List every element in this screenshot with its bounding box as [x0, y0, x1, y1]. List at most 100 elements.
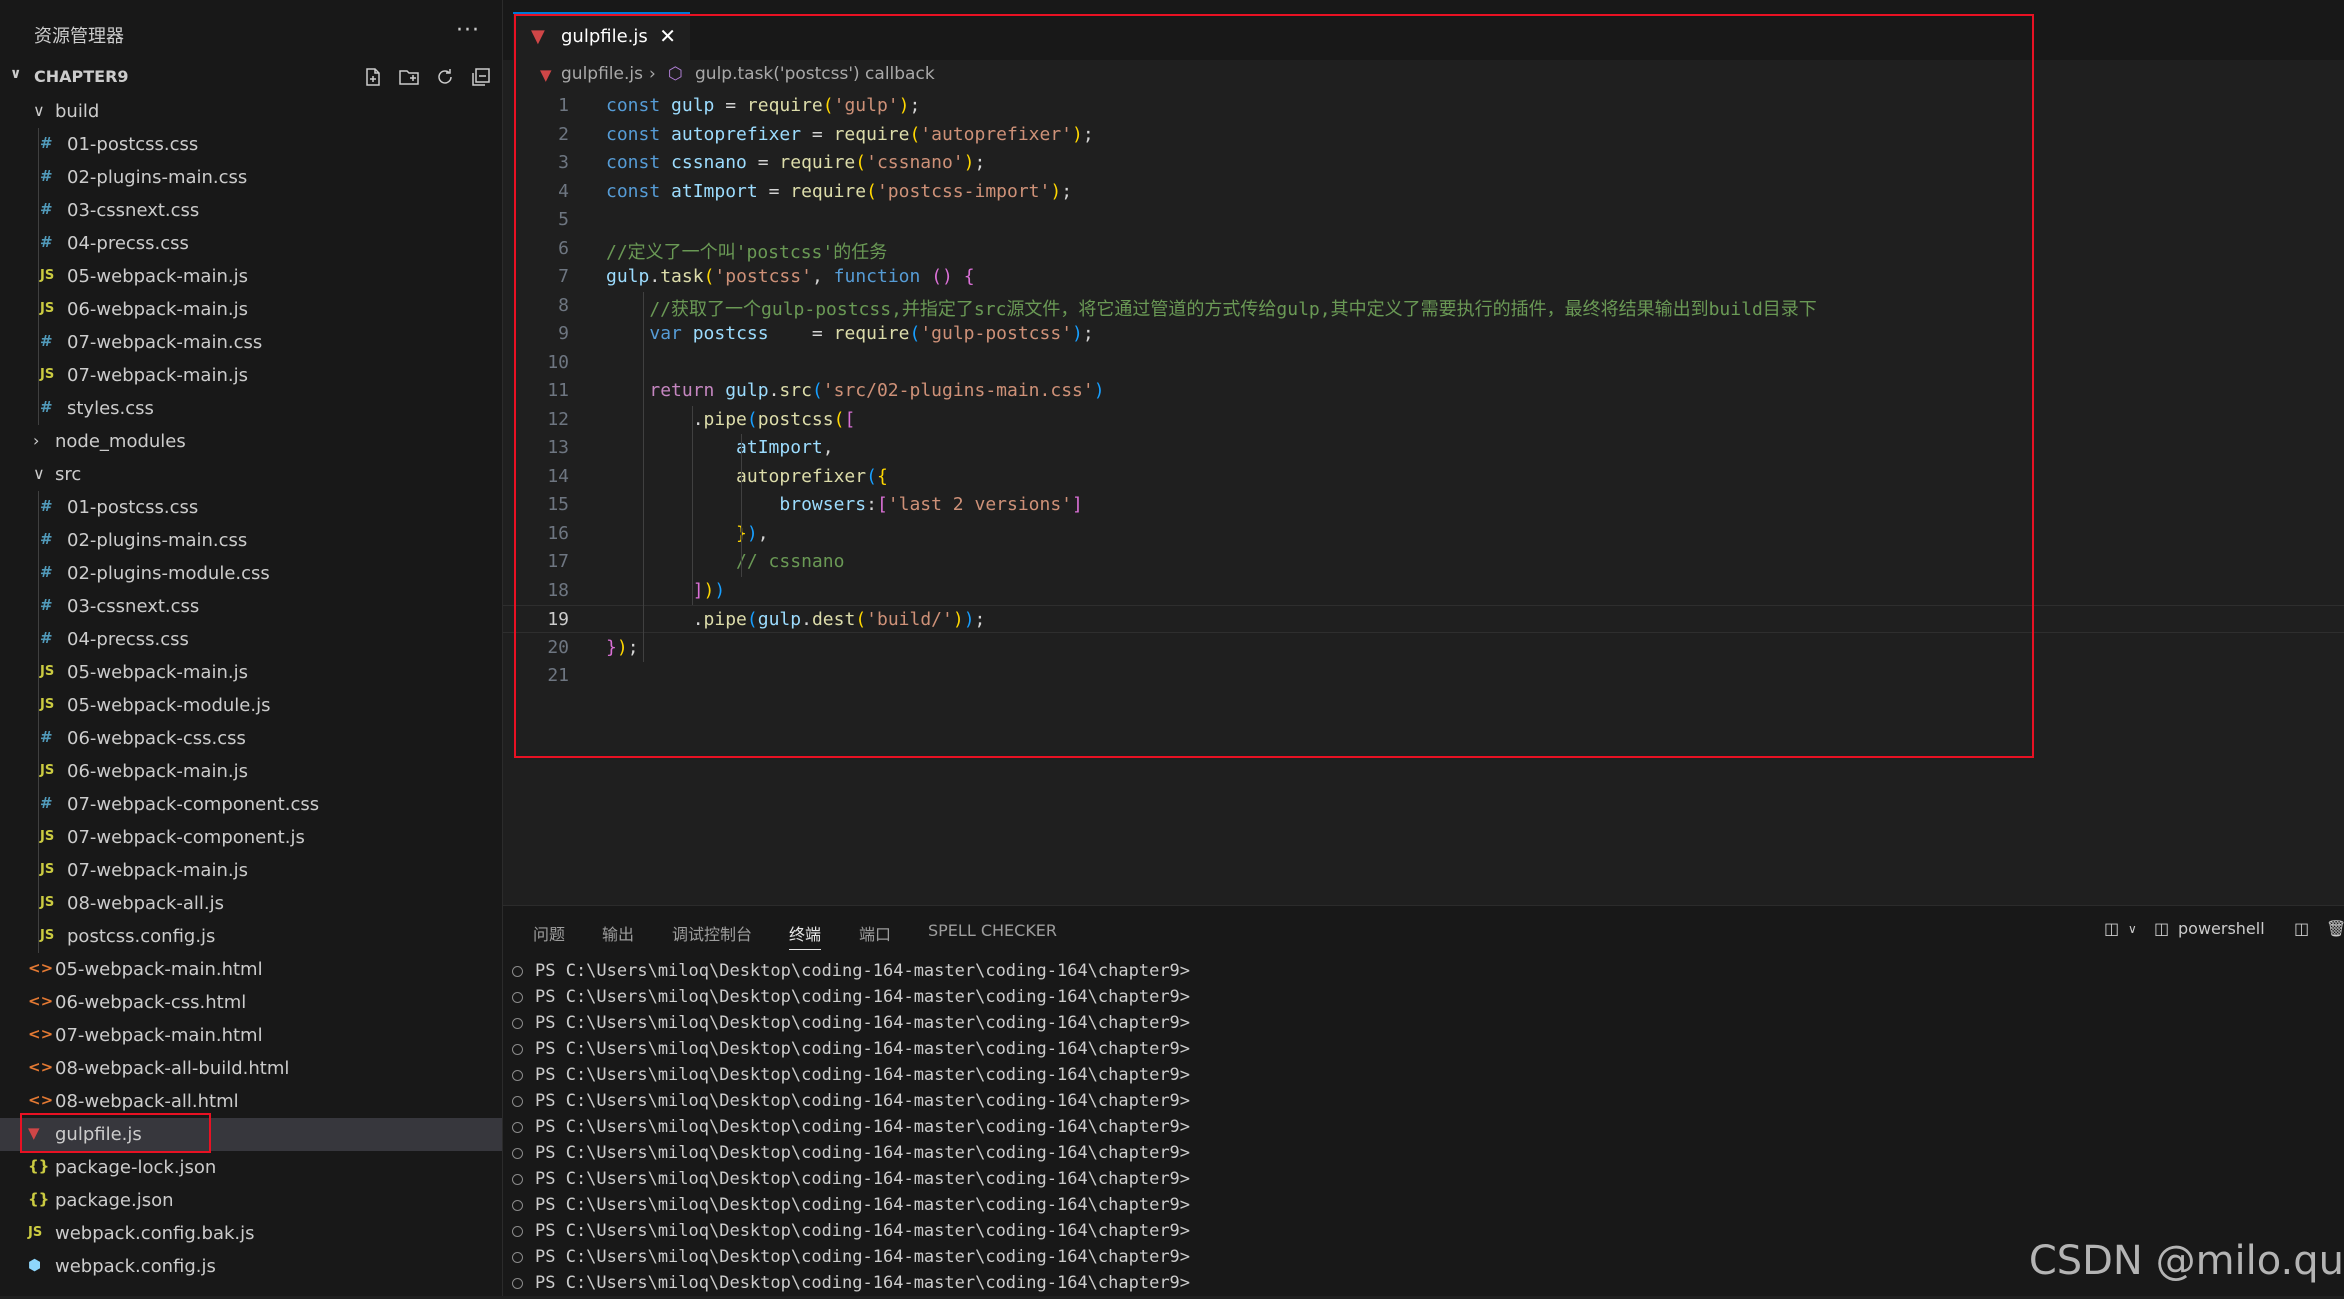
command-decoration-icon[interactable] — [512, 1044, 523, 1055]
tree-item[interactable]: <> 07-webpack-main.html — [0, 1019, 502, 1052]
explorer-title: 资源管理器 — [34, 26, 124, 47]
panel-tab[interactable]: 问题 — [533, 921, 565, 945]
tree-item-label: build — [55, 101, 100, 122]
tree-item[interactable]: JS 07-webpack-main.js — [0, 359, 502, 392]
command-decoration-icon[interactable] — [512, 1174, 523, 1185]
tree-item[interactable]: JS 05-webpack-main.js — [0, 260, 502, 293]
json-icon: {} — [28, 1190, 50, 1208]
indent-guide — [38, 128, 39, 425]
panel-tab[interactable]: 输出 — [602, 921, 634, 945]
command-decoration-icon[interactable] — [512, 1070, 523, 1081]
command-decoration-icon[interactable] — [512, 1226, 523, 1237]
new-file-icon[interactable] — [362, 66, 384, 88]
tree-item-label: 08-webpack-all.js — [67, 893, 225, 914]
terminal-prompt: PS C:\Users\miloq\Desktop\coding-164-mas… — [535, 1065, 1191, 1085]
tree-item[interactable]: JS 06-webpack-main.js — [0, 755, 502, 788]
terminal-prompt: PS C:\Users\miloq\Desktop\coding-164-mas… — [535, 1143, 1191, 1163]
css-icon: # — [40, 629, 53, 647]
panel-actions: ◫ ∨ ◫ powershell ◫ 🗑 — [2104, 919, 2344, 943]
tree-item[interactable]: JS 08-webpack-all.js — [0, 887, 502, 920]
tree-item[interactable]: #07-webpack-main.css — [0, 326, 502, 359]
split-editor-icon[interactable]: ◫ — [2294, 919, 2309, 938]
command-decoration-icon[interactable] — [512, 1148, 523, 1159]
terminal-prompt: PS C:\Users\miloq\Desktop\coding-164-mas… — [535, 1247, 1191, 1267]
tree-item-label: 06-webpack-css.css — [67, 728, 246, 749]
tree-item[interactable]: {} package.json — [0, 1184, 502, 1217]
js-icon: JS — [40, 268, 55, 283]
panel-tab[interactable]: 终端 — [789, 921, 822, 950]
panel-tab[interactable]: SPELL CHECKER — [928, 921, 1057, 940]
terminal-prompt: PS C:\Users\miloq\Desktop\coding-164-mas… — [535, 1013, 1191, 1033]
tree-item[interactable]: JS 05-webpack-module.js — [0, 689, 502, 722]
json-icon: {} — [28, 1157, 50, 1175]
js-icon: JS — [40, 664, 55, 679]
command-decoration-icon[interactable] — [512, 992, 523, 1003]
html-icon: <> — [28, 1058, 54, 1076]
explorer-sidebar: 资源管理器 ··· ∨ CHAPTER9 ∨ build #01-postcss.c… — [0, 0, 503, 1296]
js-icon: JS — [40, 367, 55, 382]
collapse-all-icon[interactable] — [470, 66, 492, 88]
panel-tab[interactable]: 调试控制台 — [672, 921, 752, 945]
terminal-prompt: PS C:\Users\miloq\Desktop\coding-164-mas… — [535, 1117, 1191, 1137]
indent-guide — [38, 491, 39, 953]
tree-item-label: 07-webpack-component.js — [67, 827, 305, 848]
tree-item[interactable]: #02-plugins-main.css — [0, 524, 502, 557]
refresh-icon[interactable] — [434, 66, 456, 88]
tree-item[interactable]: JS 07-webpack-main.js — [0, 854, 502, 887]
tree-item[interactable]: ∨ src — [0, 458, 502, 491]
tree-item-label: 04-precss.css — [67, 233, 189, 254]
tree-item[interactable]: #03-cssnext.css — [0, 590, 502, 623]
tree-item[interactable]: #02-plugins-module.css — [0, 557, 502, 590]
tree-item[interactable]: JS 07-webpack-component.js — [0, 821, 502, 854]
tree-item[interactable]: JS 05-webpack-main.js — [0, 656, 502, 689]
trash-icon[interactable]: 🗑 — [2326, 919, 2344, 938]
tree-item[interactable]: #07-webpack-component.css — [0, 788, 502, 821]
tree-item-label: 02-plugins-module.css — [67, 563, 270, 584]
tree-item[interactable]: <> 05-webpack-main.html — [0, 953, 502, 986]
tree-item[interactable]: #06-webpack-css.css — [0, 722, 502, 755]
tree-item[interactable]: JS 06-webpack-main.js — [0, 293, 502, 326]
tree-item-label: 02-plugins-main.css — [67, 530, 248, 551]
tree-item-label: 08-webpack-all.html — [55, 1091, 239, 1112]
tree-item[interactable]: JS postcss.config.js — [0, 920, 502, 953]
tree-item-label: 05-webpack-module.js — [67, 695, 271, 716]
command-decoration-icon[interactable] — [512, 1096, 523, 1107]
more-actions-icon[interactable]: ··· — [456, 18, 480, 43]
tree-item[interactable]: <> 06-webpack-css.html — [0, 986, 502, 1019]
tree-item[interactable]: #01-postcss.css — [0, 128, 502, 161]
split-terminal-icon[interactable]: ◫ — [2104, 919, 2119, 938]
tree-item[interactable]: JS webpack.config.bak.js — [0, 1217, 502, 1250]
tree-item-label: src — [55, 464, 82, 485]
tree-item[interactable]: #02-plugins-main.css — [0, 161, 502, 194]
command-decoration-icon[interactable] — [512, 1200, 523, 1211]
tree-item[interactable]: #03-cssnext.css — [0, 194, 502, 227]
project-header[interactable]: ∨ CHAPTER9 — [0, 62, 502, 92]
file-highlight-box — [20, 1113, 211, 1153]
tree-item-label: styles.css — [67, 398, 154, 419]
command-decoration-icon[interactable] — [512, 966, 523, 977]
tree-item-label: 04-precss.css — [67, 629, 189, 650]
new-folder-icon[interactable] — [398, 66, 420, 88]
css-icon: # — [40, 233, 53, 251]
command-decoration-icon[interactable] — [512, 1018, 523, 1029]
tree-item-label: postcss.config.js — [67, 926, 216, 947]
shell-label[interactable]: powershell — [2178, 919, 2265, 938]
command-decoration-icon[interactable] — [512, 1122, 523, 1133]
tree-item[interactable]: ∨ build — [0, 95, 502, 128]
tree-item[interactable]: › node_modules — [0, 425, 502, 458]
webpack-icon: ⬢ — [28, 1256, 42, 1274]
tree-item[interactable]: <> 08-webpack-all-build.html — [0, 1052, 502, 1085]
tree-item[interactable]: #04-precss.css — [0, 623, 502, 656]
tree-item[interactable]: # styles.css — [0, 392, 502, 425]
tree-item[interactable]: #01-postcss.css — [0, 491, 502, 524]
chevron-down-icon[interactable]: ∨ — [2128, 922, 2137, 936]
tree-item[interactable]: ⬢ webpack.config.js — [0, 1250, 502, 1283]
tree-item[interactable]: {} package-lock.json — [0, 1151, 502, 1184]
js-icon: JS — [40, 301, 55, 316]
command-decoration-icon[interactable] — [512, 1252, 523, 1263]
tree-item-label: webpack.config.js — [55, 1256, 216, 1277]
command-decoration-icon[interactable] — [512, 1278, 523, 1289]
css-icon: # — [40, 530, 53, 548]
tree-item[interactable]: #04-precss.css — [0, 227, 502, 260]
panel-tab[interactable]: 端口 — [859, 921, 891, 945]
